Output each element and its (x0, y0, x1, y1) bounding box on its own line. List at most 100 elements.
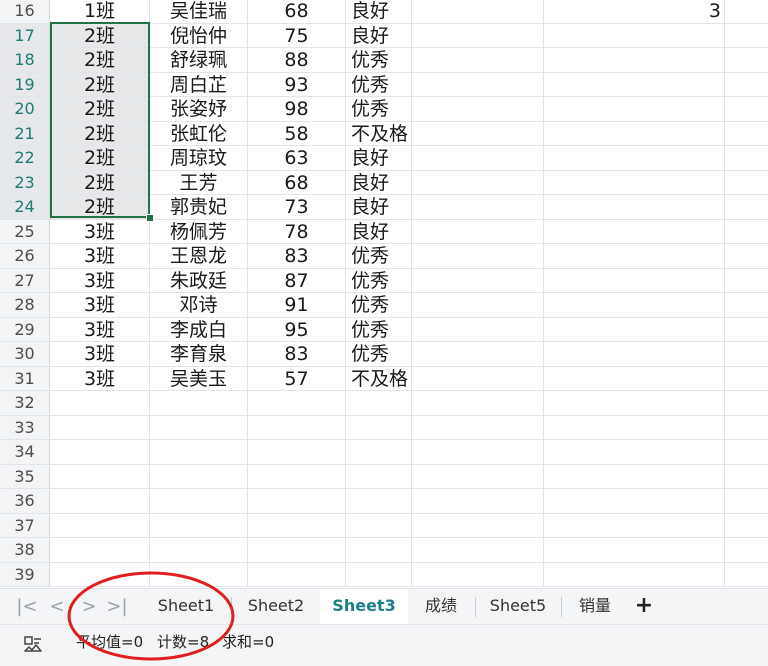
cell-grade[interactable] (346, 440, 412, 465)
cell-score[interactable] (248, 489, 346, 514)
cell-empty[interactable] (725, 514, 768, 538)
cell-empty[interactable] (412, 195, 544, 220)
cell-empty[interactable] (412, 293, 544, 318)
cell-name[interactable]: 舒绿珮 (150, 48, 248, 73)
row-header[interactable]: 16 (0, 0, 50, 24)
cell-empty[interactable] (412, 0, 544, 24)
row-header[interactable]: 27 (0, 268, 50, 293)
cell-score[interactable]: 73 (248, 195, 346, 220)
cell-empty[interactable] (725, 122, 768, 146)
cell-score[interactable]: 93 (248, 72, 346, 97)
cell-empty[interactable] (725, 220, 768, 244)
cell-class[interactable] (50, 538, 150, 563)
cell-grade[interactable]: 良好 (346, 170, 412, 195)
cell-name[interactable]: 王芳 (150, 170, 248, 195)
cell-grade[interactable]: 优秀 (346, 244, 412, 269)
cell-grade[interactable]: 良好 (346, 146, 412, 171)
cell-value[interactable] (544, 23, 725, 48)
cell-name[interactable]: 倪怡仲 (150, 23, 248, 48)
row-header[interactable]: 38 (0, 538, 50, 563)
cell-class[interactable] (50, 415, 150, 440)
cell-grade[interactable]: 优秀 (346, 317, 412, 342)
cell-empty[interactable] (412, 219, 544, 244)
cell-score[interactable] (248, 538, 346, 563)
row-header[interactable]: 18 (0, 48, 50, 73)
cell-name[interactable] (150, 489, 248, 514)
cell-value[interactable] (544, 342, 725, 367)
cell-name[interactable]: 李成白 (150, 317, 248, 342)
tab-sheet2[interactable]: Sheet2 (234, 589, 318, 624)
cell-value[interactable] (544, 97, 725, 122)
first-sheet-nav-icon[interactable]: |< (16, 595, 38, 619)
cell-empty[interactable] (725, 244, 768, 269)
next-sheet-nav-icon[interactable]: > (78, 595, 100, 619)
cell-grade[interactable] (346, 391, 412, 416)
cell-empty[interactable] (725, 489, 768, 514)
cell-name[interactable] (150, 415, 248, 440)
row-header[interactable]: 28 (0, 293, 50, 318)
cell-score[interactable] (248, 415, 346, 440)
cell-value[interactable]: 3 (544, 0, 725, 24)
cell-class[interactable] (50, 391, 150, 416)
cell-grade[interactable] (346, 513, 412, 538)
cell-class[interactable]: 2班 (50, 23, 150, 48)
cell-value[interactable] (544, 440, 725, 465)
cell-name[interactable] (150, 513, 248, 538)
fill-handle[interactable] (146, 214, 154, 222)
cell-grade[interactable]: 良好 (346, 0, 412, 24)
cell-value[interactable] (544, 48, 725, 73)
cell-empty[interactable] (412, 464, 544, 489)
cell-class[interactable]: 3班 (50, 244, 150, 269)
cell-name[interactable]: 吴美玉 (150, 366, 248, 391)
cell-score[interactable]: 57 (248, 366, 346, 391)
row-header[interactable]: 36 (0, 489, 50, 514)
cell-grade[interactable] (346, 415, 412, 440)
cell-class[interactable] (50, 562, 150, 587)
prev-sheet-nav-icon[interactable]: < (46, 595, 68, 619)
cell-empty[interactable] (412, 170, 544, 195)
cell-empty[interactable] (725, 318, 768, 342)
row-header[interactable]: 24 (0, 195, 50, 220)
cell-value[interactable] (544, 219, 725, 244)
cell-class[interactable] (50, 513, 150, 538)
cell-empty[interactable] (412, 121, 544, 146)
tab-sheet3[interactable]: Sheet3 (320, 589, 408, 624)
cell-empty[interactable] (412, 489, 544, 514)
cell-empty[interactable] (412, 244, 544, 269)
cell-score[interactable]: 91 (248, 293, 346, 318)
cell-score[interactable] (248, 513, 346, 538)
cell-grade[interactable]: 优秀 (346, 342, 412, 367)
cell-value[interactable] (544, 366, 725, 391)
cell-grade[interactable]: 优秀 (346, 72, 412, 97)
add-sheet-button[interactable]: + (632, 589, 656, 624)
cell-value[interactable] (544, 391, 725, 416)
cell-empty[interactable] (412, 268, 544, 293)
cell-class[interactable]: 3班 (50, 293, 150, 318)
cell-value[interactable] (544, 72, 725, 97)
cell-score[interactable]: 78 (248, 219, 346, 244)
cell-empty[interactable] (725, 440, 768, 465)
cell-class[interactable]: 2班 (50, 72, 150, 97)
cell-name[interactable]: 张虹伦 (150, 121, 248, 146)
cell-empty[interactable] (412, 23, 544, 48)
cell-grade[interactable] (346, 538, 412, 563)
cell-class[interactable]: 3班 (50, 219, 150, 244)
row-header[interactable]: 22 (0, 146, 50, 171)
row-header[interactable]: 32 (0, 391, 50, 416)
cell-grade[interactable]: 不及格 (346, 366, 412, 391)
cell-grade[interactable]: 优秀 (346, 48, 412, 73)
cell-class[interactable] (50, 464, 150, 489)
cell-name[interactable]: 吴佳瑞 (150, 0, 248, 24)
cell-score[interactable]: 83 (248, 342, 346, 367)
cell-empty[interactable] (725, 269, 768, 293)
cell-value[interactable] (544, 244, 725, 269)
cell-grade[interactable]: 优秀 (346, 293, 412, 318)
cell-empty[interactable] (725, 146, 768, 171)
cell-empty[interactable] (725, 465, 768, 489)
cell-class[interactable]: 2班 (50, 146, 150, 171)
cell-value[interactable] (544, 170, 725, 195)
cell-name[interactable]: 李育泉 (150, 342, 248, 367)
cell-grade[interactable] (346, 489, 412, 514)
cell-score[interactable] (248, 391, 346, 416)
cell-empty[interactable] (725, 416, 768, 440)
